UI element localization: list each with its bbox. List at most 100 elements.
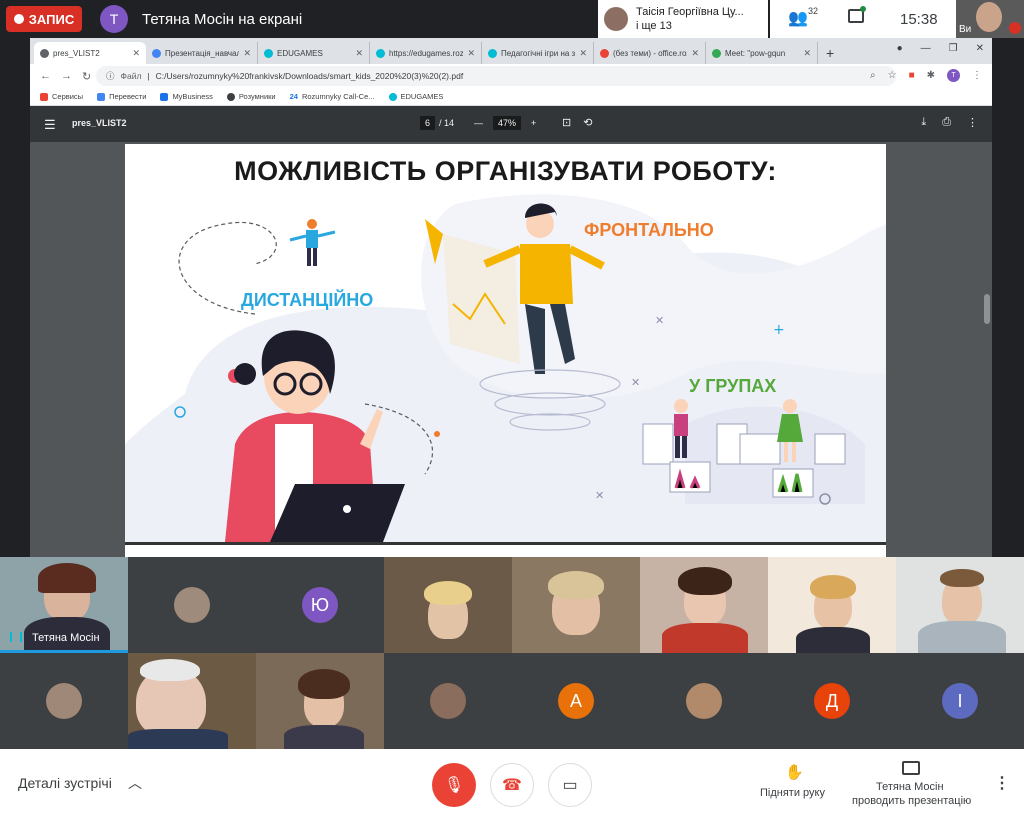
bookmark-callcenter[interactable]: 24 Rozumnyky Call-Ce... bbox=[290, 92, 375, 101]
tab-2[interactable]: EDUGAMES ✕ bbox=[258, 42, 370, 64]
tab-6[interactable]: Meet: "pow-gqun ✕ bbox=[706, 42, 818, 64]
rotate-icon[interactable]: ⟲ bbox=[583, 116, 592, 129]
tab-label: Презентація_навчаль bbox=[165, 48, 240, 58]
participant-tile[interactable] bbox=[896, 557, 1024, 653]
phone-hangup-icon: ☎ bbox=[502, 777, 522, 794]
tab-label: EDUGAMES bbox=[277, 48, 323, 58]
participant-tile[interactable]: Ю bbox=[256, 557, 384, 653]
extension-color-icon[interactable]: ■ bbox=[909, 70, 915, 81]
self-view-tile[interactable]: Ви bbox=[956, 0, 1024, 38]
present-screen-icon[interactable] bbox=[902, 761, 920, 775]
site-icon bbox=[388, 92, 397, 101]
camera-toggle-button[interactable]: ▭ bbox=[548, 763, 592, 807]
close-icon[interactable]: ✕ bbox=[243, 48, 251, 59]
tab-3[interactable]: https://edugames.roz ✕ bbox=[370, 42, 482, 64]
participant-tile[interactable] bbox=[768, 557, 896, 653]
active-speaker-box[interactable]: Таісія Георгіївна Цу... і ще 13 bbox=[598, 0, 768, 38]
zoom-out-icon[interactable]: — bbox=[474, 118, 483, 128]
presenting-name[interactable]: Тетяна Мосін bbox=[876, 781, 944, 793]
close-icon[interactable]: ✕ bbox=[467, 48, 475, 59]
participant-tile[interactable]: А bbox=[512, 653, 640, 749]
star-icon[interactable]: ☆ bbox=[888, 70, 897, 81]
chevron-up-icon[interactable]: ︿ bbox=[128, 773, 142, 793]
more-icon[interactable]: ⋮ bbox=[967, 116, 978, 129]
mic-off-icon: 🎙 bbox=[443, 777, 465, 794]
bookmark-rozumnyky[interactable]: Розумники bbox=[226, 92, 276, 101]
participant-tile[interactable] bbox=[384, 557, 512, 653]
participant-body bbox=[796, 627, 870, 653]
minimize-icon[interactable]: — bbox=[921, 43, 931, 54]
participant-grid: Тетяна Мосін Ю А Д І bbox=[0, 557, 1024, 749]
bookmark-services[interactable]: Сервисы bbox=[40, 92, 83, 101]
download-icon[interactable]: ⤓ bbox=[921, 116, 926, 129]
close-icon[interactable]: ✕ bbox=[132, 48, 140, 59]
pdf-scrollbar[interactable] bbox=[982, 142, 992, 558]
forward-icon[interactable]: → bbox=[61, 70, 72, 82]
reload-icon[interactable]: ↻ bbox=[82, 70, 91, 83]
print-icon[interactable]: ⎙ bbox=[942, 116, 951, 129]
bookmark-prefix: 24 bbox=[289, 92, 298, 101]
label-groups: У ГРУПАХ bbox=[689, 376, 777, 396]
close-icon[interactable]: ✕ bbox=[803, 48, 811, 59]
address-bar-row: ← → ↻ ⓘ Файл | C:/Users/rozumnyky%20fran… bbox=[30, 64, 992, 88]
puzzle-icon[interactable]: ✱ bbox=[927, 70, 935, 81]
participant-tile[interactable] bbox=[512, 557, 640, 653]
shared-browser-window: pres_VLIST2 ✕ Презентація_навчаль ✕ EDUG… bbox=[30, 38, 992, 558]
back-icon[interactable]: ← bbox=[40, 70, 51, 82]
tab-1[interactable]: Презентація_навчаль ✕ bbox=[146, 42, 258, 64]
participant-tile[interactable] bbox=[128, 653, 256, 749]
raise-hand-label[interactable]: Підняти руку bbox=[760, 787, 825, 799]
self-label: Ви bbox=[959, 24, 972, 35]
address-bar[interactable]: ⓘ Файл | C:/Users/rozumnyky%20frankivsk/… bbox=[96, 66, 896, 86]
tab-0[interactable]: pres_VLIST2 ✕ bbox=[34, 42, 146, 64]
tab-search-icon[interactable]: ● bbox=[897, 43, 903, 54]
presenting-status[interactable]: проводить презентацію bbox=[852, 795, 971, 807]
maximize-icon[interactable]: ❐ bbox=[949, 43, 958, 54]
mic-toggle-button[interactable]: 🎙 bbox=[432, 763, 476, 807]
participant-tile[interactable] bbox=[640, 653, 768, 749]
mic-muted-icon bbox=[1009, 22, 1021, 34]
zoom-value[interactable]: 47% bbox=[493, 116, 522, 130]
menu-dots-icon[interactable]: ⋮ bbox=[972, 70, 982, 81]
close-icon[interactable]: ✕ bbox=[691, 48, 699, 59]
participant-tile[interactable] bbox=[128, 557, 256, 653]
participant-hair bbox=[140, 659, 200, 681]
recording-badge[interactable]: ЗАПИС bbox=[6, 6, 82, 32]
tab-5[interactable]: (без теми) - office.roz ✕ bbox=[594, 42, 706, 64]
hang-up-button[interactable]: ☎ bbox=[490, 763, 534, 807]
bookmark-translate[interactable]: Перевести bbox=[97, 92, 146, 101]
fit-page-icon[interactable]: ⊡ bbox=[562, 116, 571, 129]
site-icon bbox=[488, 48, 497, 58]
participant-tile[interactable]: Д bbox=[768, 653, 896, 749]
raise-hand-icon[interactable]: ✋ bbox=[785, 763, 804, 781]
participant-hair bbox=[940, 569, 984, 587]
business-icon bbox=[160, 92, 169, 101]
scrollbar-thumb[interactable] bbox=[984, 294, 990, 324]
participant-avatar: Ю bbox=[302, 587, 338, 623]
profile-avatar[interactable]: T bbox=[947, 69, 960, 82]
bookmark-mybusiness[interactable]: MyBusiness bbox=[160, 92, 213, 101]
svg-text:✕: ✕ bbox=[631, 376, 640, 389]
close-icon[interactable]: ✕ bbox=[355, 48, 363, 59]
more-options-icon[interactable]: ⋮ bbox=[994, 773, 1010, 793]
participant-tile[interactable]: І bbox=[896, 653, 1024, 749]
close-window-icon[interactable]: ✕ bbox=[976, 43, 984, 54]
zoom-icon[interactable]: ⌕ bbox=[870, 70, 876, 81]
page-input[interactable]: 6 bbox=[420, 116, 436, 130]
people-icon[interactable]: 👥 bbox=[788, 8, 808, 28]
tab-strip: pres_VLIST2 ✕ Презентація_навчаль ✕ EDUG… bbox=[30, 38, 992, 64]
hamburger-icon[interactable]: ☰ bbox=[44, 117, 56, 133]
participant-tile-main[interactable]: Тетяна Мосін bbox=[0, 557, 128, 653]
participant-tile[interactable] bbox=[384, 653, 512, 749]
close-icon[interactable]: ✕ bbox=[579, 48, 587, 59]
participant-tile[interactable] bbox=[256, 653, 384, 749]
slide-page: + ✕ ✕ ✕ МОЖЛИВІСТЬ ОРГАНІЗУВАТИ РОБОТУ: … bbox=[125, 144, 886, 542]
zoom-in-icon[interactable]: + bbox=[531, 118, 536, 128]
participant-tile[interactable] bbox=[0, 653, 128, 749]
meeting-details-button[interactable]: Деталі зустрічі bbox=[18, 775, 112, 791]
bookmark-edugames[interactable]: EDUGAMES bbox=[388, 92, 443, 101]
new-tab-icon[interactable]: + bbox=[826, 45, 834, 61]
tab-4[interactable]: Педагогічні ігри на з ✕ bbox=[482, 42, 594, 64]
participant-body bbox=[662, 623, 748, 653]
participant-tile[interactable] bbox=[640, 557, 768, 653]
